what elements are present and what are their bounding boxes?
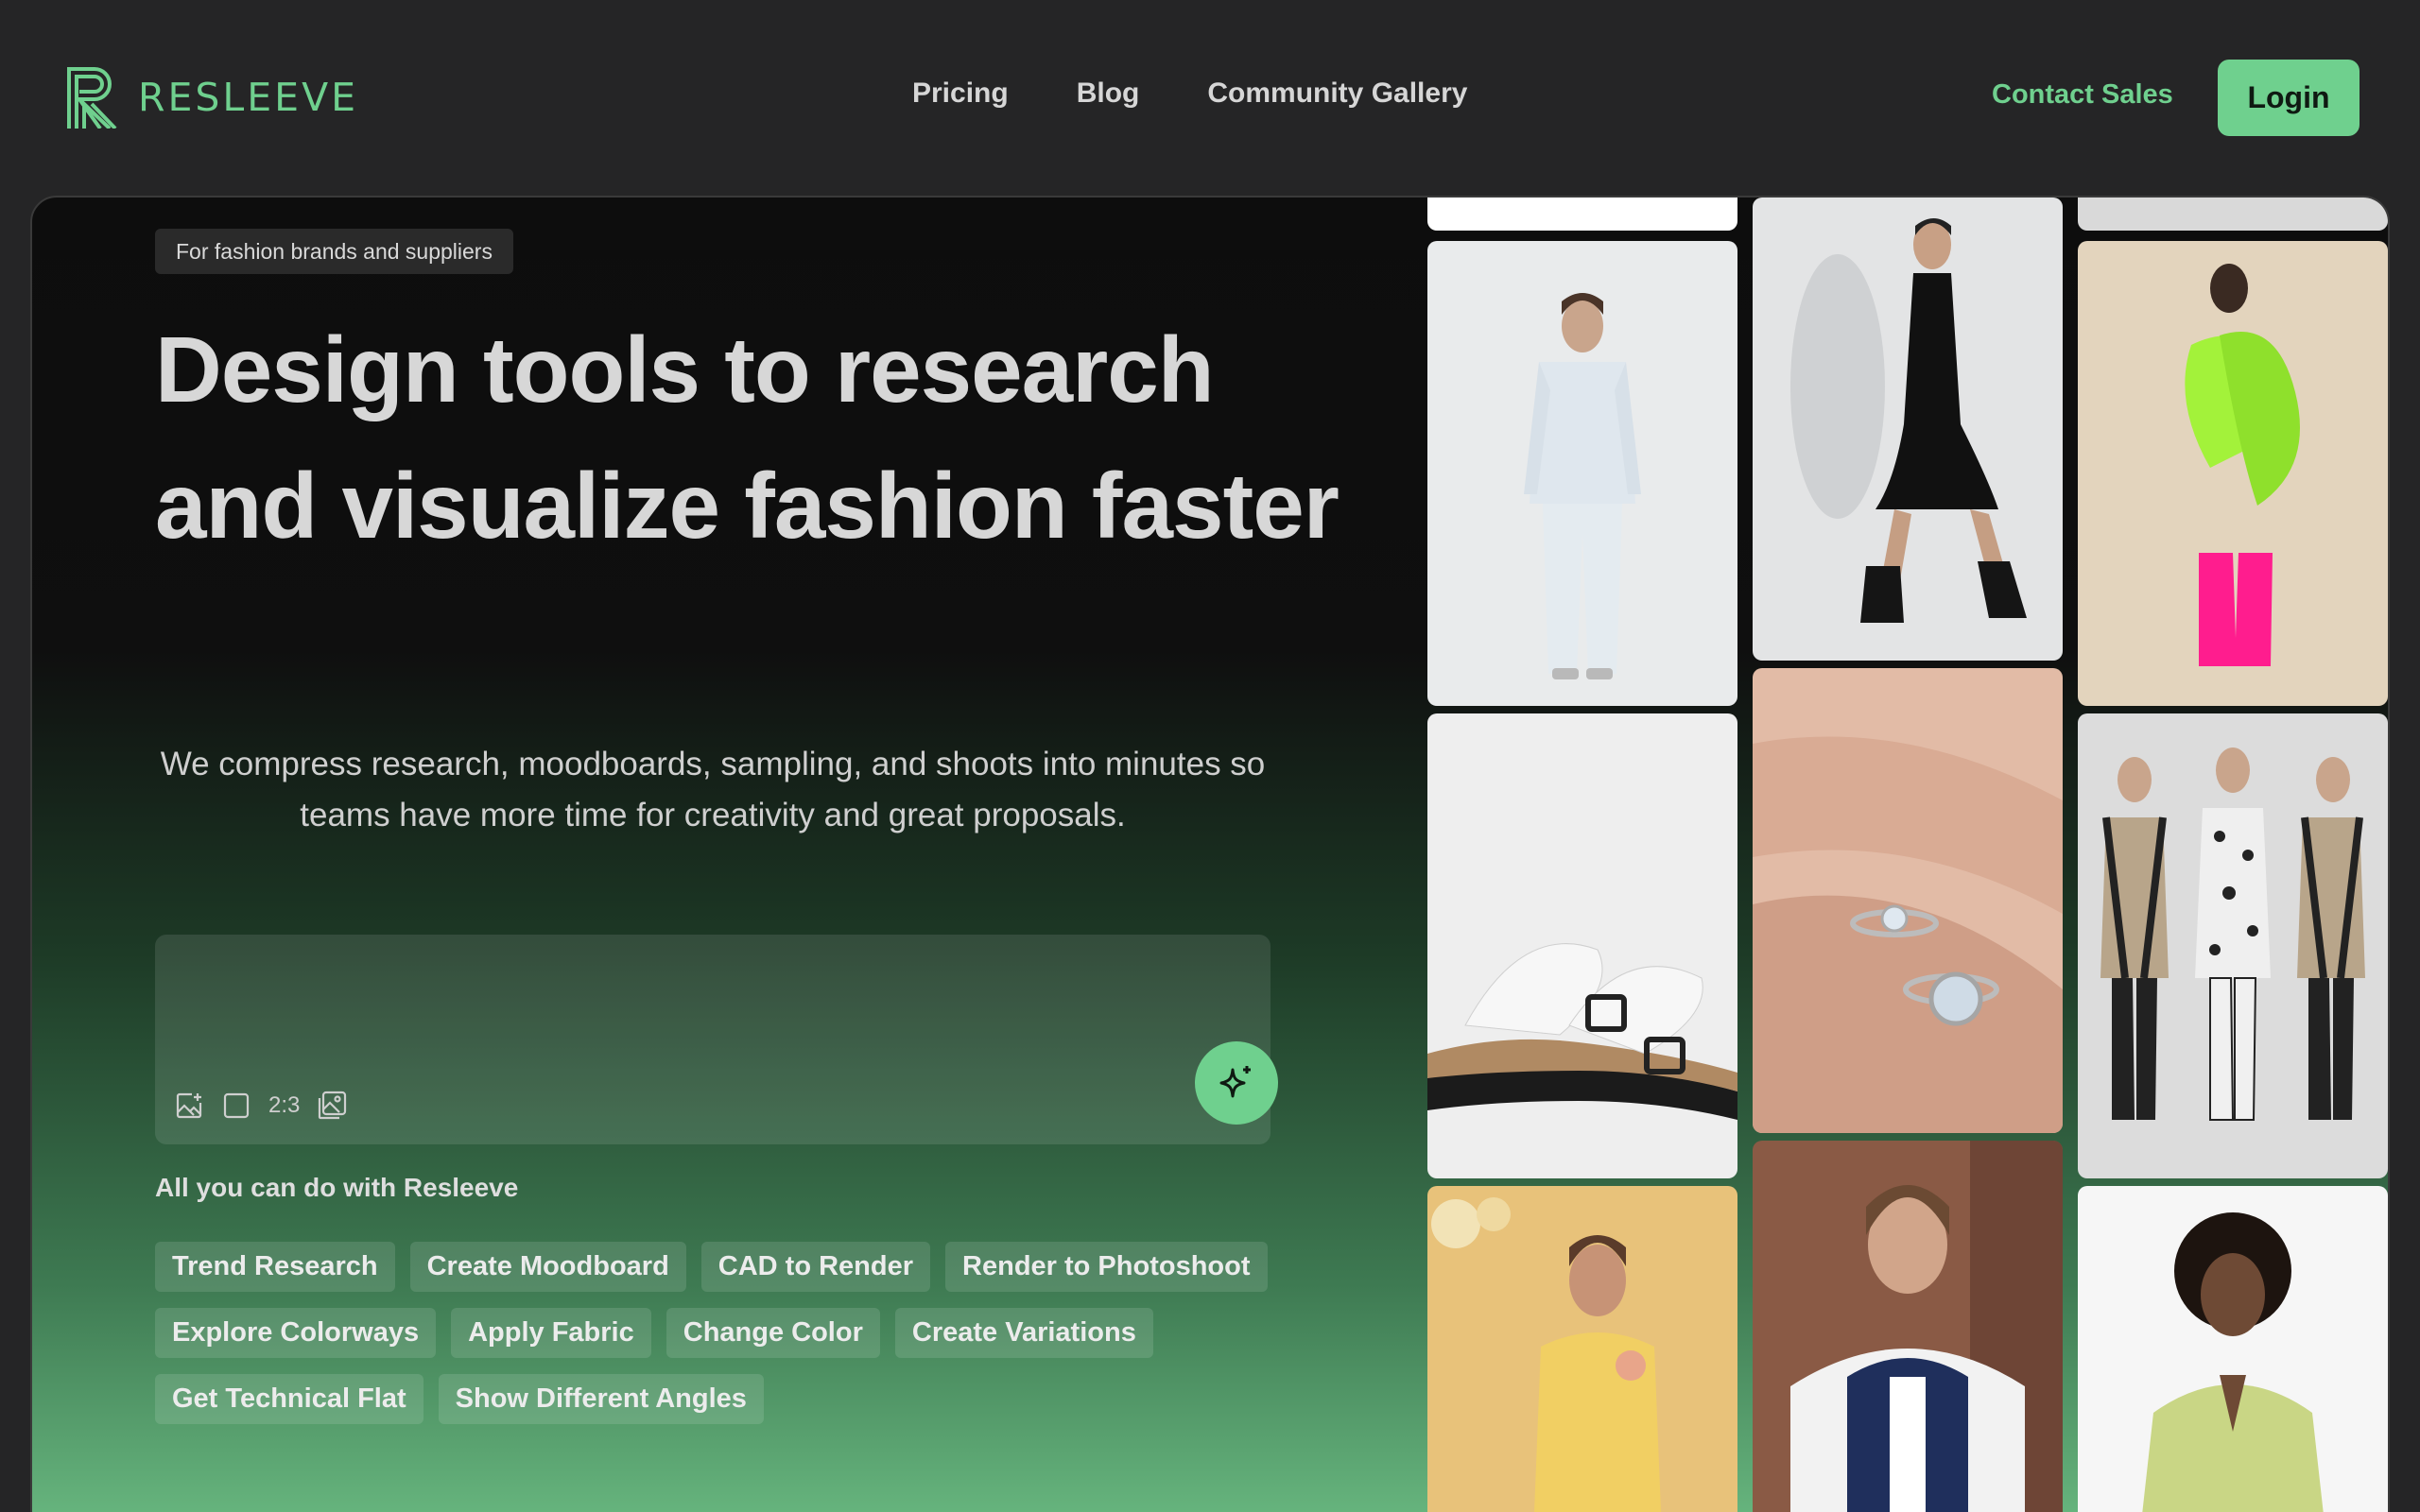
chip-create-moodboard[interactable]: Create Moodboard: [409, 1242, 686, 1292]
frame-icon[interactable]: [221, 1091, 251, 1121]
chip-change-color[interactable]: Change Color: [666, 1308, 880, 1358]
gallery-image-partial[interactable]: [1427, 198, 1737, 231]
top-navigation: RESLEEVE Pricing Blog Community Gallery …: [0, 0, 2420, 197]
brand-logo[interactable]: RESLEEVE: [66, 66, 358, 129]
gallery-image-varsity-jacket[interactable]: [1753, 1141, 2063, 1512]
gallery-image-partial-2[interactable]: [2078, 198, 2388, 231]
prompt-box: 2:3: [155, 935, 1278, 1144]
gallery-image-yellow-blouse[interactable]: [1427, 1186, 1737, 1512]
gallery-image-patterned-knit-trio[interactable]: [2078, 713, 2388, 1178]
gallery-image-black-dress-walking[interactable]: [1753, 198, 2063, 661]
gallery-image-green-cardigan[interactable]: [2078, 1186, 2388, 1512]
nav-pricing[interactable]: Pricing: [912, 77, 1009, 110]
generate-button[interactable]: [1195, 1041, 1278, 1125]
feature-chips: Trend Research Create Moodboard CAD to R…: [155, 1242, 1289, 1440]
chip-create-variations[interactable]: Create Variations: [894, 1308, 1153, 1358]
resleeve-logo-icon: [67, 67, 117, 129]
gallery-image-neon-ruffle-dress[interactable]: [2078, 241, 2388, 706]
add-image-icon[interactable]: [174, 1091, 204, 1121]
nav-blog[interactable]: Blog: [1077, 77, 1140, 110]
features-label: All you can do with Resleeve: [155, 1173, 519, 1202]
nav-community-gallery[interactable]: Community Gallery: [1207, 77, 1467, 110]
gallery-image-white-buckle-sandal[interactable]: [1427, 713, 1737, 1178]
gallery-icon[interactable]: [317, 1091, 347, 1121]
gallery-image-silver-rings-hand[interactable]: [1753, 668, 2063, 1133]
chip-apply-fabric[interactable]: Apply Fabric: [451, 1308, 651, 1358]
main-nav: Pricing Blog Community Gallery: [912, 77, 1467, 110]
prompt-toolbar: 2:3: [174, 1091, 347, 1121]
hero-card: For fashion brands and suppliers Design …: [30, 196, 2390, 1512]
login-button[interactable]: Login: [2218, 60, 2360, 136]
chip-cad-to-render[interactable]: CAD to Render: [700, 1242, 931, 1292]
gallery-image-white-pajama-outfit[interactable]: [1427, 241, 1737, 706]
image-gallery: [1427, 198, 2388, 1512]
hero-headline: Design tools to research and visualize f…: [155, 318, 1340, 558]
chip-trend-research[interactable]: Trend Research: [155, 1242, 395, 1292]
sparkle-icon: [1219, 1066, 1251, 1098]
chip-render-to-photoshoot[interactable]: Render to Photoshoot: [945, 1242, 1268, 1292]
aspect-ratio-toggle[interactable]: 2:3: [268, 1092, 300, 1119]
audience-badge: For fashion brands and suppliers: [155, 229, 513, 274]
chip-explore-colorways[interactable]: Explore Colorways: [155, 1308, 437, 1358]
brand-name: RESLEEVE: [138, 75, 359, 120]
chip-get-technical-flat[interactable]: Get Technical Flat: [155, 1374, 424, 1424]
chip-show-different-angles[interactable]: Show Different Angles: [438, 1374, 764, 1424]
prompt-input[interactable]: [178, 954, 1123, 1057]
contact-sales-link[interactable]: Contact Sales: [1992, 79, 2173, 111]
hero-subtitle: We compress research, moodboards, sampli…: [160, 746, 1266, 833]
